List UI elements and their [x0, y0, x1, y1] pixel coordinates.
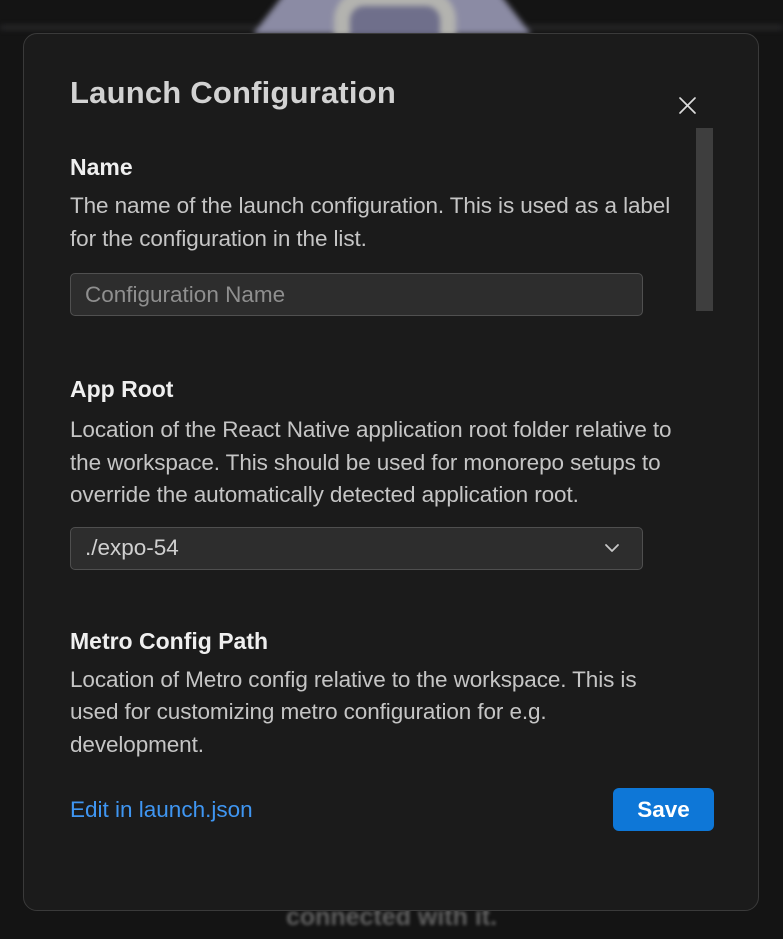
section-name: Name The name of the launch configuratio… — [70, 152, 712, 316]
metro-config-section-description: Location of Metro config relative to the… — [70, 664, 684, 762]
chevron-down-icon — [602, 538, 628, 558]
app-root-select[interactable]: ./expo-54 — [70, 527, 643, 570]
name-section-heading: Name — [70, 152, 712, 182]
scrollbar-thumb[interactable] — [696, 128, 713, 311]
app-root-section-description: Location of the React Native application… — [70, 414, 684, 512]
configuration-name-input[interactable] — [70, 273, 643, 316]
save-button[interactable]: Save — [613, 788, 714, 831]
close-button[interactable] — [672, 90, 702, 120]
section-metro-config-path: Metro Config Path Location of Metro conf… — [70, 626, 712, 762]
app-root-section-heading: App Root — [70, 374, 712, 404]
section-app-root: App Root Location of the React Native ap… — [70, 374, 712, 570]
phone-illustration-notch — [334, 0, 456, 36]
metro-config-section-heading: Metro Config Path — [70, 626, 712, 656]
name-section-description: The name of the launch configuration. Th… — [70, 190, 684, 255]
modal-footer: Edit in launch.json Save — [70, 788, 714, 831]
edit-in-launch-json-link[interactable]: Edit in launch.json — [70, 797, 253, 823]
close-icon — [677, 95, 698, 116]
modal-title: Launch Configuration — [70, 74, 712, 112]
app-root-select-value: ./expo-54 — [85, 535, 602, 561]
launch-configuration-modal: Launch Configuration Name The name of th… — [23, 33, 759, 911]
